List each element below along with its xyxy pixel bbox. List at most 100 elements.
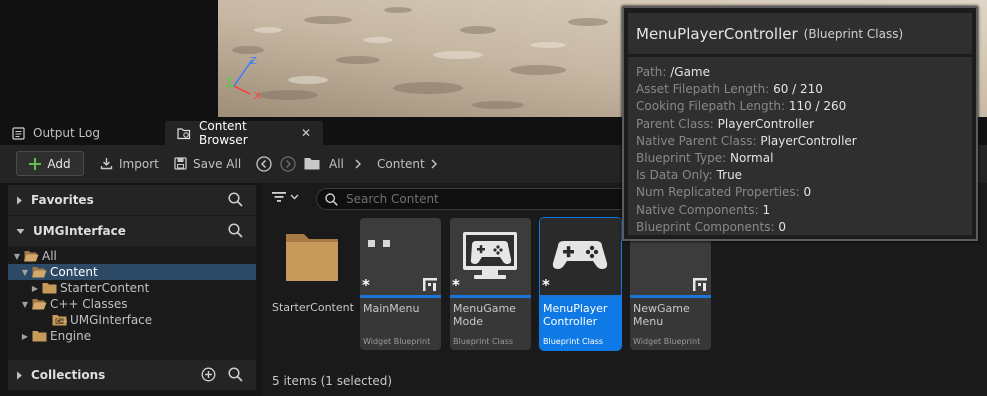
tree-item-label: Engine: [50, 329, 92, 343]
asset-tile-menugamemode[interactable]: * MenuGame Mode Blueprint Class: [450, 218, 531, 350]
asset-type: Blueprint Class: [543, 337, 604, 346]
tree-item-engine[interactable]: ▶ Engine: [8, 328, 256, 344]
tree-item-label: StarterContent: [60, 281, 150, 295]
widget-blueprint-icon: [423, 278, 437, 291]
caret-right-icon[interactable]: ▶: [20, 332, 30, 341]
property-row: Path: /Game: [636, 64, 972, 81]
tree-item-all[interactable]: ▼ All: [8, 248, 256, 264]
search-icon[interactable]: [228, 192, 243, 207]
tab-content-browser-label: Content Browser: [199, 119, 248, 147]
save-all-button[interactable]: Save All: [174, 151, 241, 176]
tooltip-subtitle: (Blueprint Class): [803, 26, 904, 41]
add-collection-icon[interactable]: [201, 367, 216, 382]
game-mode-monitor-icon: [462, 231, 518, 281]
forward-button[interactable]: [280, 151, 296, 176]
tooltip-title: MenuPlayerController: [636, 24, 798, 43]
tree-item-content[interactable]: ▼ Content: [8, 264, 256, 280]
property-row: Cooking Filepath Length: 110 / 260: [636, 98, 972, 115]
caret-down-icon[interactable]: ▼: [12, 252, 22, 261]
filter-button[interactable]: [272, 191, 299, 203]
property-key: Blueprint Type:: [636, 150, 727, 165]
widget-blueprint-icon: [693, 278, 707, 291]
close-tab-icon[interactable]: ✕: [301, 126, 311, 140]
tab-output-log-label: Output Log: [33, 126, 100, 140]
breadcrumb-all[interactable]: All: [329, 151, 344, 176]
property-key: Path:: [636, 65, 667, 79]
folder-icon: [42, 282, 57, 294]
asset-info: NewGame Menu Widget Blueprint: [630, 298, 711, 350]
folder-open-icon: [24, 250, 39, 262]
tree-item-cpp-classes[interactable]: ▼ C++ Classes: [8, 296, 256, 312]
asset-type: Widget Blueprint: [363, 337, 431, 346]
asset-name: MainMenu: [363, 302, 420, 315]
widget-dots-icon: [368, 240, 392, 248]
content-browser-icon: [177, 127, 191, 140]
property-value: /Game: [670, 65, 711, 79]
tree-item-umginterface[interactable]: C++ UMGInterface: [8, 312, 256, 328]
property-row: Native Components: 1: [636, 202, 972, 219]
asset-info: MenuPlayer Controller Blueprint Class: [540, 298, 621, 350]
asset-info: MainMenu Widget Blueprint: [360, 298, 441, 350]
collections-label: Collections: [31, 368, 106, 382]
asset-thumbnail: *: [360, 218, 441, 295]
back-button[interactable]: [256, 151, 272, 176]
property-key: Num Replicated Properties:: [636, 185, 800, 200]
axis-y-label: Y: [225, 76, 233, 87]
tree-item-label: C++ Classes: [50, 297, 128, 311]
folder-tree: ▼ All ▼ Content ▶ StarterContent ▼ C++ C…: [8, 247, 256, 359]
folder-open-icon: [32, 266, 47, 278]
property-key: Blueprint Components:: [636, 219, 775, 234]
cpp-folder-icon: C++: [52, 314, 67, 326]
property-row: Parent Class: PlayerController: [636, 116, 972, 133]
asset-type: Widget Blueprint: [633, 337, 701, 346]
asset-tile-mainmenu[interactable]: * MainMenu Widget Blueprint: [360, 218, 441, 350]
project-header[interactable]: UMGInterface: [8, 216, 256, 246]
folder-icon: [285, 230, 339, 282]
tab-content-browser[interactable]: Content Browser ✕: [165, 119, 323, 147]
search-content-input[interactable]: Search Content: [316, 188, 646, 210]
folder-open-icon: [32, 298, 47, 310]
asset-tile-menuplayercontroller[interactable]: * MenuPlayer Controller Blueprint Class: [539, 217, 622, 351]
collections-header[interactable]: Collections: [8, 360, 256, 390]
search-icon[interactable]: [228, 223, 243, 238]
axis-x-label: X: [254, 91, 261, 102]
import-button[interactable]: Import: [100, 151, 159, 176]
caret-right-icon[interactable]: ▶: [30, 284, 40, 293]
asset-name: MenuPlayer Controller: [543, 302, 608, 328]
favorites-label: Favorites: [31, 193, 94, 207]
property-row: Blueprint Type: Normal: [636, 150, 972, 167]
import-button-label: Import: [119, 156, 159, 171]
property-value: 110 / 260: [788, 99, 847, 114]
tooltip-properties: Path: /Game Asset Filepath Length: 60 / …: [628, 57, 972, 235]
tree-item-startercontent[interactable]: ▶ StarterContent: [8, 280, 256, 296]
property-row: Asset Filepath Length: 60 / 210: [636, 81, 972, 98]
save-all-button-label: Save All: [193, 156, 242, 171]
asset-name: NewGame Menu: [633, 302, 690, 328]
item-count-status: 5 items (1 selected): [272, 374, 393, 388]
unsaved-star-icon: *: [362, 276, 370, 294]
property-key: Cooking Filepath Length:: [636, 99, 785, 114]
caret-down-icon[interactable]: ▼: [20, 268, 30, 277]
folder-tile-label: StarterContent: [272, 301, 354, 314]
caret-right-icon: [16, 196, 23, 205]
property-key: Native Parent Class:: [636, 133, 757, 148]
asset-name: MenuGame Mode: [453, 302, 516, 328]
breadcrumb-content[interactable]: Content: [377, 151, 425, 176]
property-value: Normal: [730, 150, 774, 165]
property-key: Native Components:: [636, 202, 759, 217]
axis-gizmo: Z Y X: [222, 56, 268, 106]
caret-down-icon[interactable]: ▼: [20, 300, 30, 309]
search-icon[interactable]: [228, 367, 243, 382]
folder-tile-startercontent[interactable]: StarterContent: [272, 218, 354, 318]
property-row: Native Parent Class: PlayerController: [636, 133, 972, 150]
search-icon: [325, 192, 338, 206]
favorites-header[interactable]: Favorites: [8, 185, 256, 215]
chevron-right-icon[interactable]: [354, 151, 362, 176]
property-value: 60 / 210: [773, 82, 823, 97]
tab-output-log[interactable]: Output Log: [0, 121, 112, 145]
chevron-right-icon[interactable]: [430, 151, 438, 176]
folder-icon: [304, 151, 320, 176]
add-button[interactable]: Add: [16, 151, 84, 176]
tree-item-label: Content: [50, 265, 98, 279]
asset-thumbnail: *: [540, 218, 621, 295]
